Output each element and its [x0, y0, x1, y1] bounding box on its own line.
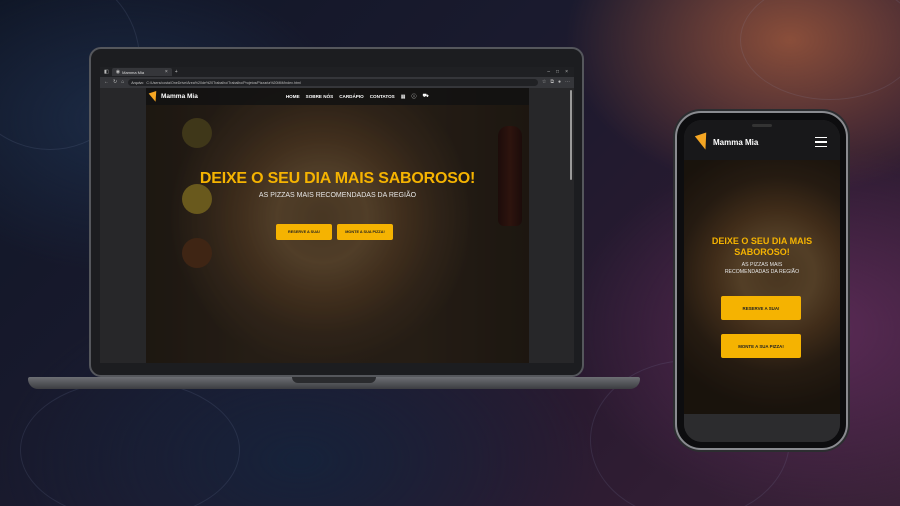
build-pizza-button[interactable]: MONTE A SUA PIZZA!: [337, 224, 393, 240]
hamburger-menu-icon[interactable]: [815, 136, 827, 148]
maximize-icon[interactable]: □: [556, 69, 559, 75]
background-swirl: [20, 380, 240, 506]
tab-title: Mamma Mia: [122, 69, 145, 75]
site-menu: HOME SOBRE NÓS CARDÁPIO CONTATOS ▦ ⓘ ⛟: [286, 93, 429, 100]
brand-name: Mamma Mia: [161, 93, 198, 100]
favorite-icon[interactable]: ☆: [542, 80, 546, 85]
back-icon[interactable]: ←: [104, 80, 109, 85]
phone-brand-name: Mamma Mia: [713, 137, 759, 147]
phone-build-pizza-button[interactable]: MONTE A SUA PIZZA!: [721, 334, 801, 358]
nav-about[interactable]: SOBRE NÓS: [306, 94, 334, 99]
phone-brand-logo[interactable]: Mamma Mia: [694, 132, 759, 152]
more-icon[interactable]: ⋯: [565, 80, 570, 85]
phone-bottom-area: [684, 414, 840, 442]
phone-hero-title: DEIXE O SEU DIA MAIS SABOROSO!: [711, 236, 813, 257]
home-icon[interactable]: ⌂: [121, 80, 124, 85]
close-window-icon[interactable]: ×: [565, 69, 568, 75]
address-bar[interactable]: Arquivo C:/Users/costa/OneDrive/Área%20d…: [128, 79, 538, 86]
info-icon[interactable]: ⓘ: [411, 93, 416, 100]
hero-subtitle: AS PIZZAS MAIS RECOMENDADAS DA REGIÃO: [258, 192, 417, 199]
phone-hero-subtitle: AS PIZZAS MAIS RECOMENDADAS DA REGIÃO: [724, 262, 800, 275]
nav-menu[interactable]: CARDÁPIO: [339, 94, 364, 99]
browser-menu-icon[interactable]: ◧: [104, 69, 109, 75]
profile-icon[interactable]: ●: [558, 80, 561, 85]
pizza-slice-icon: [148, 90, 160, 103]
refresh-icon[interactable]: ↻: [113, 80, 117, 85]
browser-tab[interactable]: ◉ Mamma Mia ×: [111, 68, 172, 76]
file-badge: Arquivo: [131, 80, 144, 85]
site-navbar: Mamma Mia HOME SOBRE NÓS CARDÁPIO CONTAT…: [146, 88, 529, 105]
browser-toolbar: ← ↻ ⌂ Arquivo C:/Users/costa/OneDrive/Ár…: [100, 77, 574, 88]
address-url[interactable]: C:/Users/costa/OneDrive/Área%20de%20Trab…: [146, 81, 300, 85]
nav-contacts[interactable]: CONTATOS: [370, 94, 395, 99]
hero-title: DEIXE O SEU DIA MAIS SABOROSO!: [199, 170, 476, 187]
page-favicon-icon: ◉: [115, 68, 121, 75]
calendar-icon[interactable]: ▦: [401, 94, 406, 100]
laptop-notch: [292, 377, 376, 383]
minimize-icon[interactable]: –: [547, 69, 550, 75]
tab-close-icon[interactable]: ×: [165, 69, 168, 75]
phone-hero-background: [684, 160, 840, 414]
browser-tabbar: ◧ ◉ Mamma Mia × + – □ ×: [100, 67, 574, 77]
brand-logo[interactable]: Mamma Mia: [148, 90, 198, 103]
new-tab-button[interactable]: +: [175, 69, 178, 75]
window-controls: – □ ×: [547, 69, 574, 75]
page-scrollbar[interactable]: [570, 90, 572, 180]
nav-home[interactable]: HOME: [286, 94, 300, 99]
phone-screen: Mamma Mia DEIXE O SEU DIA MAIS SABOROSO!…: [684, 120, 840, 442]
reserve-button[interactable]: RESERVE A SUA!: [276, 224, 332, 240]
phone-reserve-button[interactable]: RESERVE A SUA!: [721, 296, 801, 320]
background-swirl: [740, 0, 900, 100]
cart-icon[interactable]: ⛟: [423, 93, 429, 100]
pizza-slice-icon: [694, 132, 712, 152]
phone-speaker: [752, 124, 772, 127]
extensions-icon[interactable]: ⧉: [550, 80, 554, 85]
website-viewport: Mamma Mia HOME SOBRE NÓS CARDÁPIO CONTAT…: [100, 88, 574, 363]
laptop-screen: ◧ ◉ Mamma Mia × + – □ × ← ↻ ⌂ Arquivo C:…: [100, 67, 574, 363]
